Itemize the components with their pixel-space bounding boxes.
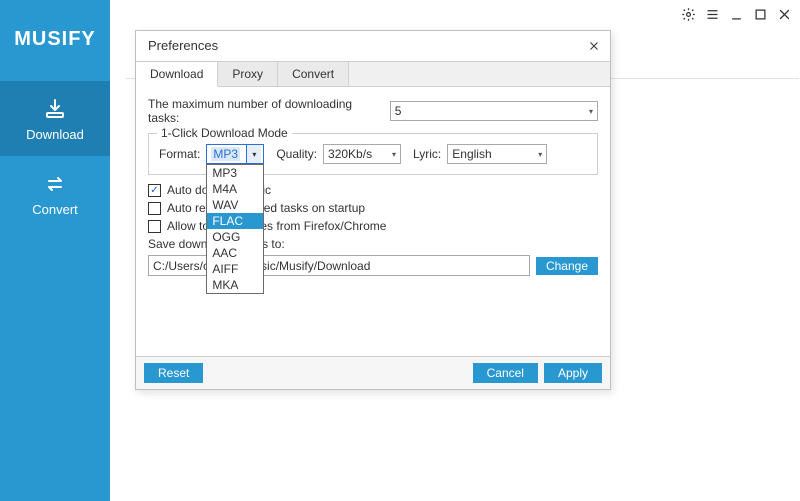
dialog-title-text: Preferences [148, 38, 218, 53]
download-icon [43, 97, 67, 121]
quality-label: Quality: [276, 147, 317, 161]
dialog-titlebar: Preferences [136, 31, 610, 61]
lyric-value: English [452, 147, 491, 161]
chevron-down-icon: ▾ [538, 150, 542, 159]
window-controls [680, 6, 792, 22]
chevron-down-icon: ▾ [589, 107, 593, 116]
quality-value: 320Kb/s [328, 147, 372, 161]
sidebar-item-label: Convert [32, 202, 78, 217]
tab-download[interactable]: Download [136, 62, 218, 87]
allow-cookies-label: Allow to get cookies from Firefox/Chrome [167, 219, 386, 233]
dialog-footer: Reset Cancel Apply [136, 356, 610, 389]
oneclick-legend: 1-Click Download Mode [157, 126, 292, 140]
apply-button[interactable]: Apply [544, 363, 602, 383]
format-select-wrap: MP3 ▾ MP3M4AWAVFLACOGGAACAIFFMKA [206, 144, 264, 164]
format-select[interactable]: MP3 ▾ [206, 144, 264, 164]
reset-button[interactable]: Reset [144, 363, 203, 383]
auto-retry-label: Auto retry unfinished tasks on startup [167, 201, 365, 215]
max-tasks-value: 5 [395, 104, 402, 118]
format-option[interactable]: MKA [207, 277, 263, 293]
menu-icon[interactable] [704, 6, 720, 22]
preferences-dialog: Preferences Download Proxy Convert The m… [135, 30, 611, 390]
format-option[interactable]: M4A [207, 181, 263, 197]
sidebar: MUSIFY Download Convert [0, 0, 110, 501]
max-tasks-label: The maximum number of downloading tasks: [148, 97, 378, 125]
settings-icon[interactable] [680, 6, 696, 22]
quality-select[interactable]: 320Kb/s ▾ [323, 144, 401, 164]
chevron-down-icon: ▾ [246, 145, 261, 163]
dialog-close-icon[interactable] [588, 40, 600, 52]
chevron-down-icon: ▾ [392, 150, 396, 159]
close-icon[interactable] [776, 6, 792, 22]
maximize-icon[interactable] [752, 6, 768, 22]
format-option[interactable]: OGG [207, 229, 263, 245]
format-option[interactable]: MP3 [207, 165, 263, 181]
lyric-label: Lyric: [413, 147, 441, 161]
cancel-button[interactable]: Cancel [473, 363, 538, 383]
format-option[interactable]: AAC [207, 245, 263, 261]
format-label: Format: [159, 147, 200, 161]
dialog-body: The maximum number of downloading tasks:… [136, 87, 610, 356]
app-root: MUSIFY Download Convert [0, 0, 800, 501]
change-button[interactable]: Change [536, 257, 598, 275]
app-logo: MUSIFY [14, 28, 96, 51]
allow-cookies-checkbox[interactable] [148, 220, 161, 233]
dialog-tabs: Download Proxy Convert [136, 61, 610, 87]
oneclick-row: Format: MP3 ▾ MP3M4AWAVFLACOGGAACAIFFMKA… [159, 144, 587, 164]
convert-icon [43, 172, 67, 196]
tab-convert[interactable]: Convert [278, 62, 349, 86]
sidebar-item-convert[interactable]: Convert [0, 156, 110, 231]
sidebar-item-label: Download [26, 127, 84, 142]
auto-lyric-checkbox[interactable]: ✓ [148, 184, 161, 197]
max-tasks-select[interactable]: 5 ▾ [390, 101, 598, 121]
max-tasks-row: The maximum number of downloading tasks:… [148, 97, 598, 125]
save-path-input[interactable]: C:/Users/claudia/Music/Musify/Download [148, 255, 530, 276]
tab-proxy[interactable]: Proxy [218, 62, 278, 86]
lyric-select[interactable]: English ▾ [447, 144, 547, 164]
oneclick-fieldset: 1-Click Download Mode Format: MP3 ▾ MP3M… [148, 133, 598, 175]
minimize-icon[interactable] [728, 6, 744, 22]
auto-retry-checkbox[interactable] [148, 202, 161, 215]
format-option[interactable]: FLAC [207, 213, 263, 229]
sidebar-item-download[interactable]: Download [0, 81, 110, 156]
format-option[interactable]: AIFF [207, 261, 263, 277]
format-option[interactable]: WAV [207, 197, 263, 213]
format-value: MP3 [211, 147, 240, 161]
format-dropdown-list: MP3M4AWAVFLACOGGAACAIFFMKA [206, 164, 264, 294]
